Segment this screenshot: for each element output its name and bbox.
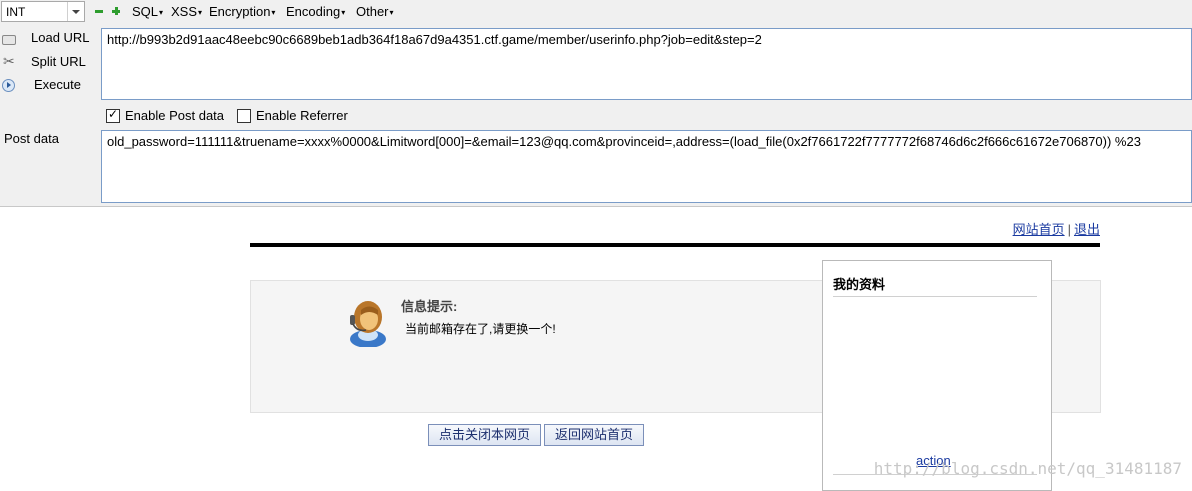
menu-other[interactable]: Other — [356, 4, 394, 19]
watermark: http://blog.csdn.net/qq_31481187 — [873, 459, 1182, 478]
split-url-label: Split URL — [31, 54, 86, 69]
type-select-value: INT — [6, 5, 26, 19]
message-title: 信息提示: — [401, 299, 458, 314]
hackbar-toolbar: INT SQL XSS Encryption Encoding Other — [0, 0, 1192, 24]
logout-link[interactable]: 退出 — [1074, 222, 1100, 237]
enable-referrer-label: Enable Referrer — [256, 108, 348, 123]
minus-icon[interactable] — [95, 10, 103, 13]
split-url-button[interactable]: ✂ Split URL — [0, 52, 96, 74]
post-data-label: Post data — [4, 131, 59, 146]
post-data-textarea[interactable]: old_password=111111&truename=xxxx%0000&L… — [101, 130, 1192, 203]
home-link[interactable]: 网站首页 — [1013, 222, 1065, 237]
play-icon — [2, 79, 15, 92]
enable-post-label: Enable Post data — [125, 108, 225, 123]
profile-panel: 我的资料 action — [822, 260, 1052, 491]
url-textarea[interactable]: http://b993b2d91aac48eebc90c6689beb1adb3… — [101, 28, 1192, 100]
load-url-button[interactable]: Load URL — [0, 28, 96, 50]
web-page: 网站首页 | 退出 信息提示: 当前邮箱存在了,请更换一个! 点击关闭本网页 返回网… — [0, 207, 1192, 491]
checkbox-unchecked-icon[interactable] — [237, 109, 251, 123]
profile-panel-title: 我的资料 — [833, 277, 886, 292]
back-home-button[interactable]: 返回网站首页 — [544, 424, 644, 446]
menu-encryption[interactable]: Encryption — [209, 4, 275, 19]
profile-panel-divider — [833, 296, 1037, 297]
execute-button[interactable]: Execute — [0, 75, 96, 97]
scissors-icon: ✂ — [3, 53, 15, 69]
support-agent-icon — [350, 301, 386, 347]
load-url-label: Load URL — [31, 30, 90, 45]
hackbar-panel: INT SQL XSS Encryption Encoding Other Lo… — [0, 0, 1192, 207]
chevron-down-icon[interactable] — [67, 2, 84, 21]
checkbox-checked-icon[interactable] — [106, 107, 120, 123]
header-divider — [250, 243, 1100, 247]
menu-xss[interactable]: XSS — [171, 4, 202, 19]
menu-sql[interactable]: SQL — [132, 4, 163, 19]
link-separator: | — [1067, 222, 1071, 237]
load-url-icon — [2, 35, 16, 45]
type-select[interactable]: INT — [1, 1, 85, 22]
menu-encoding[interactable]: Encoding — [286, 4, 345, 19]
message-text: 当前邮箱存在了,请更换一个! — [405, 322, 556, 336]
top-links: 网站首页 | 退出 — [1013, 219, 1100, 238]
execute-label: Execute — [34, 77, 81, 92]
plus-icon[interactable] — [112, 7, 120, 15]
close-page-button[interactable]: 点击关闭本网页 — [428, 424, 541, 446]
